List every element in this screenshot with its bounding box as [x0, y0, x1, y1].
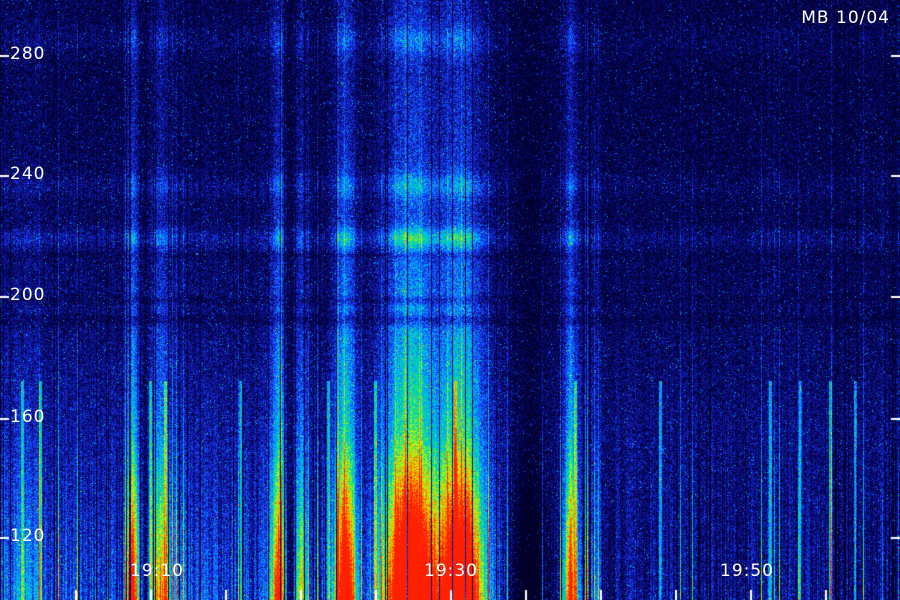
y-tick-label-120: 120 [10, 526, 46, 546]
y-tick-label-280: 280 [10, 44, 46, 64]
chart-title: MB 10/04 [801, 8, 890, 28]
x-tick-label-1910: 19:10 [130, 561, 184, 581]
y-tick-label-240: 240 [10, 164, 46, 184]
x-tick-label-1930: 19:30 [424, 561, 478, 581]
y-tick-label-160: 160 [10, 407, 46, 427]
y-tick-label-200: 200 [10, 285, 46, 305]
spectrogram-image [0, 0, 900, 600]
x-tick-label-1950: 19:50 [720, 561, 774, 581]
